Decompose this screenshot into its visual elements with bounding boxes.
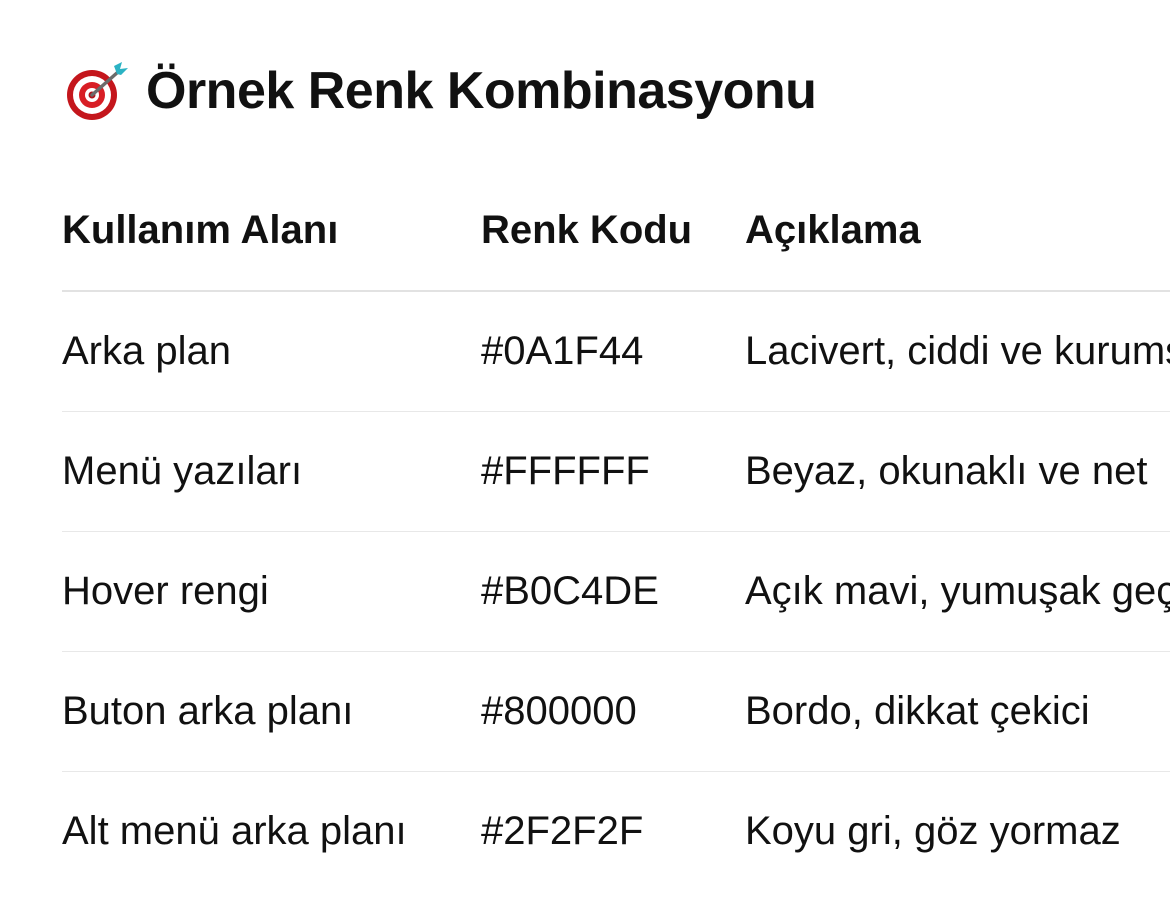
usage-cell: Menü yazıları [62, 411, 481, 532]
description-cell: Beyaz, okunaklı ve net [745, 411, 1170, 532]
table-row: Hover rengi #B0C4DE Açık mavi, yumuşak g… [62, 531, 1170, 652]
description-cell: Bordo, dikkat çekici [745, 651, 1170, 772]
description-cell: Açık mavi, yumuşak geçiş [745, 531, 1170, 652]
color-code-cell: #FFFFFF [481, 411, 745, 532]
description-cell: Lacivert, ciddi ve kurumsal [745, 291, 1170, 412]
color-combination-table: Kullanım Alanı Renk Kodu Açıklama Arka p… [62, 170, 1170, 891]
column-header-color-code: Renk Kodu [481, 170, 745, 292]
color-combination-table-wrapper: Kullanım Alanı Renk Kodu Açıklama Arka p… [62, 170, 1170, 891]
usage-cell: Hover rengi [62, 531, 481, 652]
usage-cell: Alt menü arka planı [62, 809, 407, 853]
direct-hit-target-icon [67, 62, 128, 120]
page-title: Örnek Renk Kombinasyonu [146, 62, 817, 120]
table-row: Buton arka planı #800000 Bordo, dikkat ç… [62, 651, 1170, 772]
column-header-usage: Kullanım Alanı [62, 170, 481, 292]
color-code-cell: #2F2F2F [481, 809, 644, 853]
usage-cell: Arka plan [62, 291, 481, 412]
color-code-cell: #B0C4DE [481, 531, 745, 652]
table-row: Arka plan #0A1F44 Lacivert, ciddi ve kur… [62, 291, 1170, 412]
page-heading: Örnek Renk Kombinasyonu [62, 58, 817, 124]
table-header-row: Kullanım Alanı Renk Kodu Açıklama [62, 170, 1170, 292]
color-code-cell: #0A1F44 [481, 291, 745, 412]
table-row: Menü yazıları #FFFFFF Beyaz, okunaklı ve… [62, 411, 1170, 532]
table-row: Alt menü arka planı #2F2F2F Koyu gri, gö… [62, 772, 1170, 892]
column-header-description: Açıklama [745, 170, 1170, 292]
usage-cell: Buton arka planı [62, 651, 481, 772]
color-code-cell: #800000 [481, 651, 745, 772]
description-cell: Koyu gri, göz yormaz [745, 809, 1121, 853]
